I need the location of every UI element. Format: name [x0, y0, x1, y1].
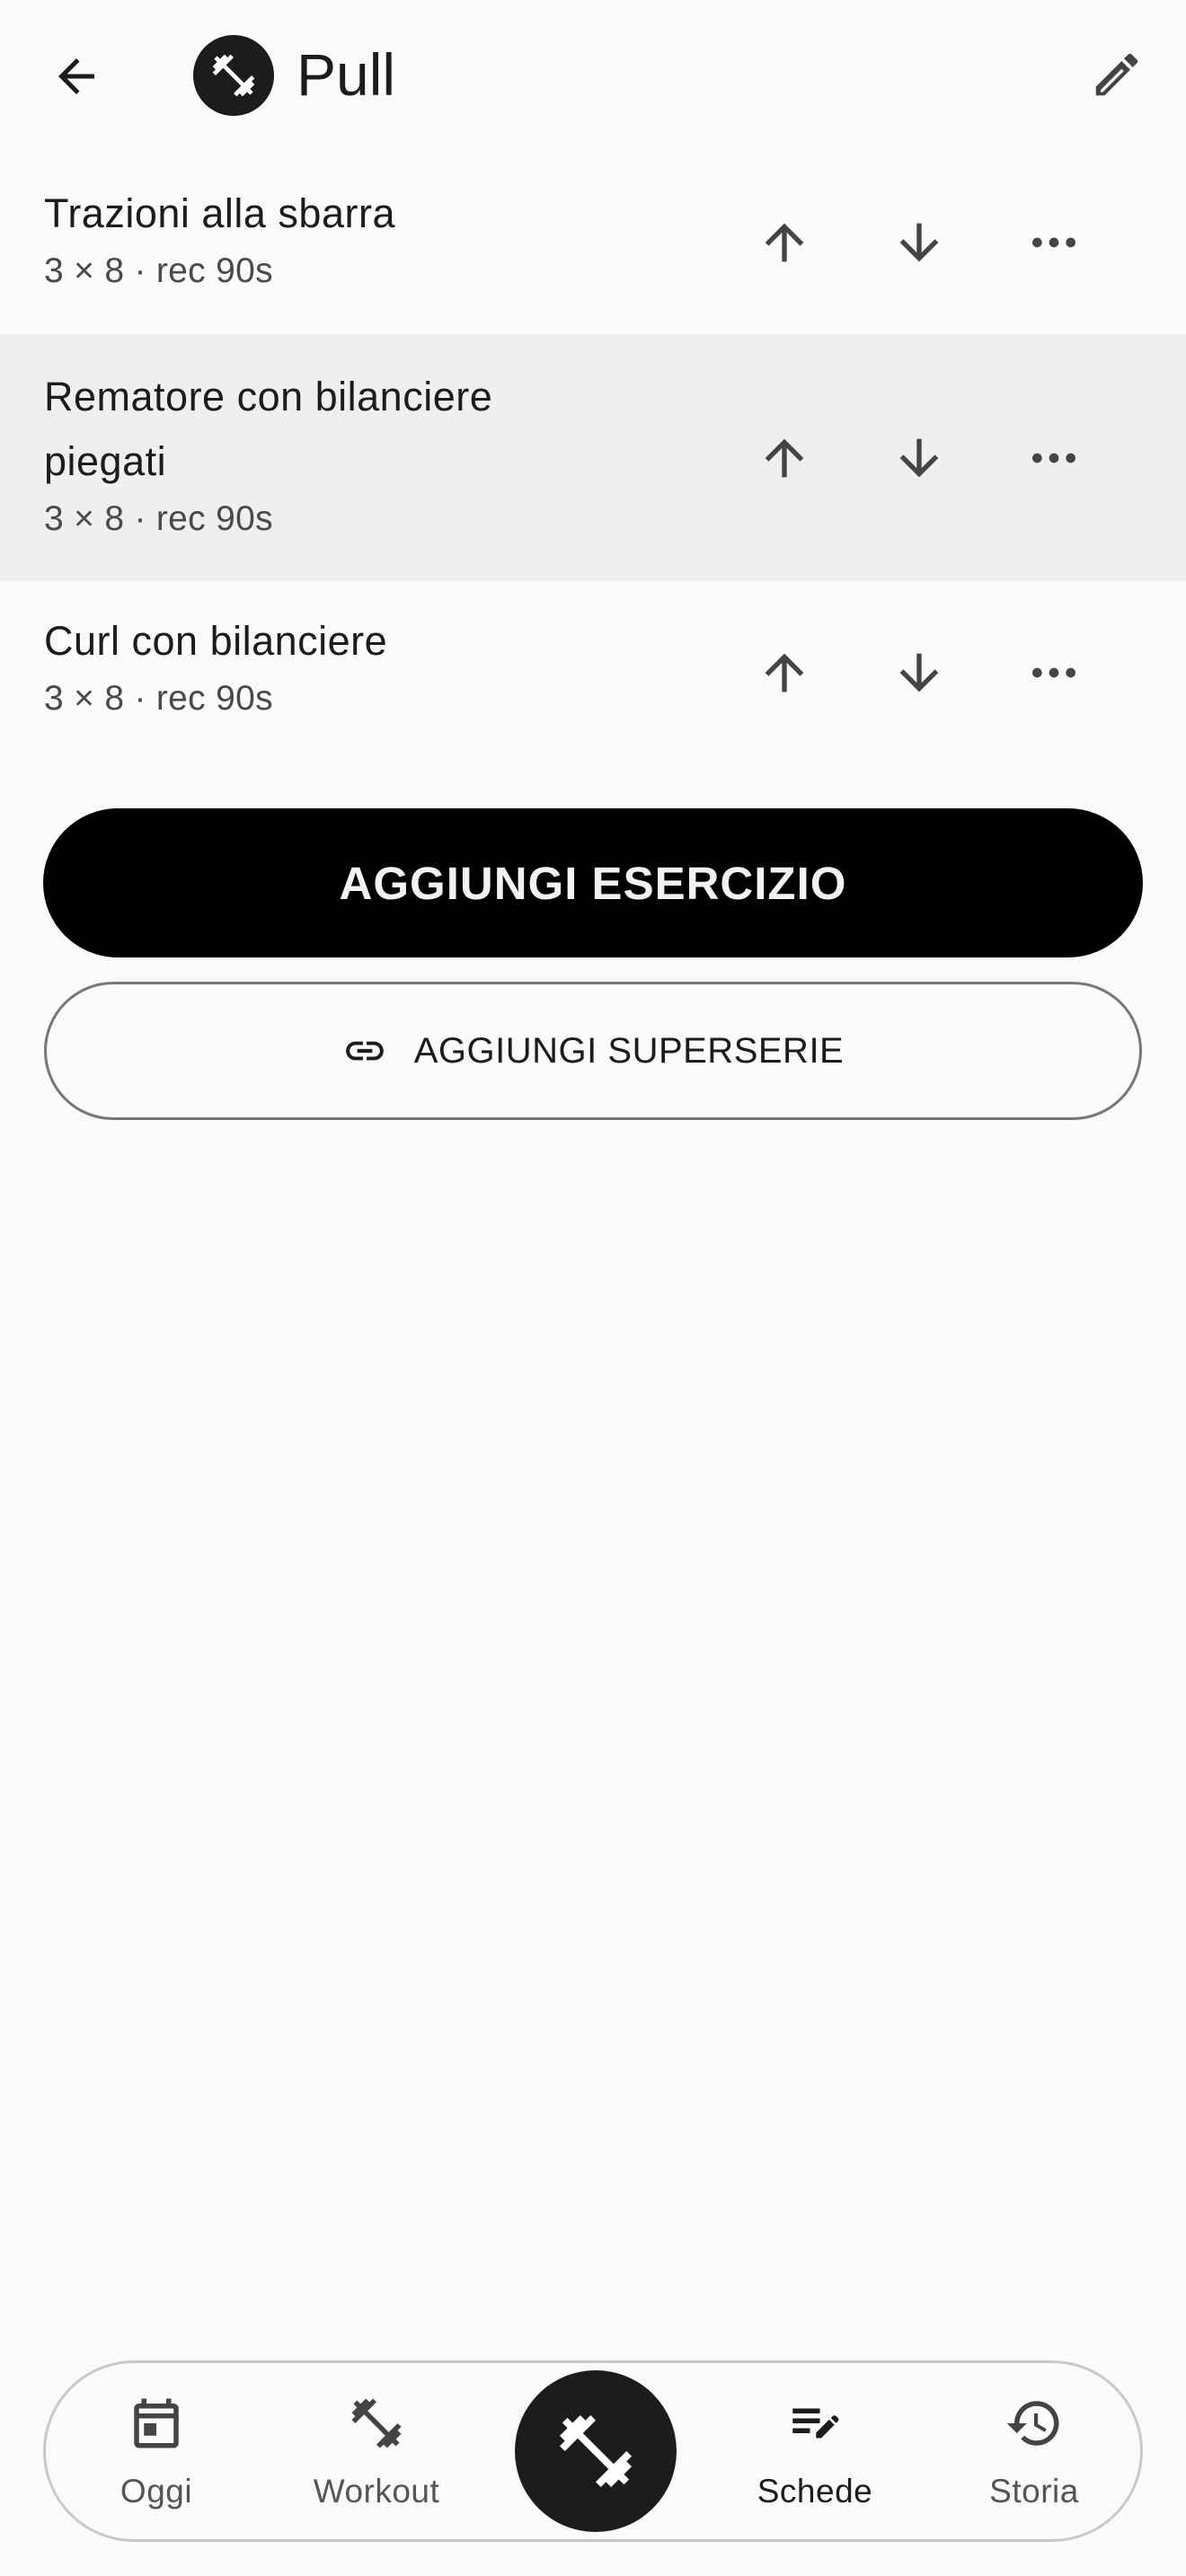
arrow-up-icon [765, 653, 804, 693]
arrow-back-icon [58, 58, 94, 94]
arrow-up-icon [765, 223, 804, 262]
arrow-down-icon [899, 653, 939, 693]
more-options-button[interactable] [1009, 198, 1099, 287]
edit-workout-button[interactable] [1076, 34, 1157, 115]
more-horizontal-icon [1032, 667, 1075, 678]
add-superset-label: AGGIUNGI SUPERSERIE [413, 1030, 845, 1071]
arrow-down-icon [899, 223, 939, 262]
move-down-button[interactable] [874, 413, 964, 503]
move-up-button[interactable] [739, 628, 829, 718]
nav-label: Storia [989, 2473, 1079, 2510]
exercise-meta: 3 × 8 · rec 90s [44, 679, 273, 718]
nav-item-schede[interactable]: Schede [725, 2363, 905, 2539]
exercise-meta: 3 × 8 · rec 90s [44, 251, 273, 290]
exercise-name: Curl con bilanciere [44, 618, 388, 664]
pencil-icon [1095, 53, 1138, 96]
nav-icon-wrap [1003, 2392, 1066, 2455]
nav-label: Oggi [119, 2473, 193, 2510]
link-icon [345, 1041, 384, 1061]
edit-list-icon [792, 2408, 839, 2439]
nav-icon-wrap [125, 2392, 188, 2455]
dumbbell-icon [560, 2415, 632, 2487]
exercise-row[interactable]: Trazioni alla sbarra 3 × 8 · rec 90s [0, 153, 1186, 332]
arrow-up-icon [765, 438, 804, 478]
nav-item-storia[interactable]: Storia [944, 2363, 1124, 2539]
nav-icon-wrap [783, 2392, 846, 2455]
more-options-button[interactable] [1009, 628, 1099, 718]
history-icon [1006, 2401, 1059, 2446]
more-horizontal-icon [1032, 237, 1075, 248]
more-horizontal-icon [1032, 453, 1075, 463]
app-screen: Pull Trazioni alla sbarra 3 × 8 · rec 90… [0, 0, 1186, 2576]
exercise-text: Curl con bilanciere 3 × 8 · rec 90s [44, 609, 601, 724]
exercise-text: Trazioni alla sbarra 3 × 8 · rec 90s [44, 181, 601, 296]
move-up-button[interactable] [739, 198, 829, 287]
move-down-button[interactable] [874, 628, 964, 718]
dumbbell-icon [351, 2398, 402, 2448]
calendar-icon [134, 2398, 179, 2448]
workout-avatar [193, 35, 274, 116]
back-button[interactable] [36, 36, 117, 117]
exercise-meta: 3 × 8 · rec 90s [44, 499, 273, 538]
arrow-down-icon [899, 438, 939, 478]
move-down-button[interactable] [874, 198, 964, 287]
nav-item-workout[interactable]: Workout [287, 2363, 466, 2539]
nav-icon-wrap [345, 2392, 408, 2455]
exercise-text: Rematore con bilanciere piegati 3 × 8 · … [44, 365, 601, 544]
exercise-row[interactable]: Curl con bilanciere 3 × 8 · rec 90s [0, 582, 1186, 762]
bottom-navigation: Oggi Workout Schede Storia [43, 2360, 1143, 2542]
dumbbell-icon [212, 54, 255, 97]
nav-label: Workout [313, 2473, 440, 2510]
add-superset-button[interactable]: AGGIUNGI SUPERSERIE [44, 982, 1142, 1120]
add-exercise-label: AGGIUNGI ESERCIZIO [339, 857, 847, 909]
start-workout-fab[interactable] [515, 2370, 677, 2532]
exercise-name: Rematore con bilanciere piegati [44, 374, 493, 484]
top-app-bar: Pull [0, 0, 1186, 153]
exercise-name: Trazioni alla sbarra [44, 190, 395, 236]
more-options-button[interactable] [1009, 413, 1099, 503]
nav-item-oggi[interactable]: Oggi [66, 2363, 246, 2539]
exercise-row[interactable]: Rematore con bilanciere piegati 3 × 8 · … [0, 334, 1186, 581]
move-up-button[interactable] [739, 413, 829, 503]
nav-label: Schede [757, 2473, 873, 2510]
page-title: Pull [296, 41, 396, 108]
add-exercise-button[interactable]: AGGIUNGI ESERCIZIO [43, 808, 1143, 957]
